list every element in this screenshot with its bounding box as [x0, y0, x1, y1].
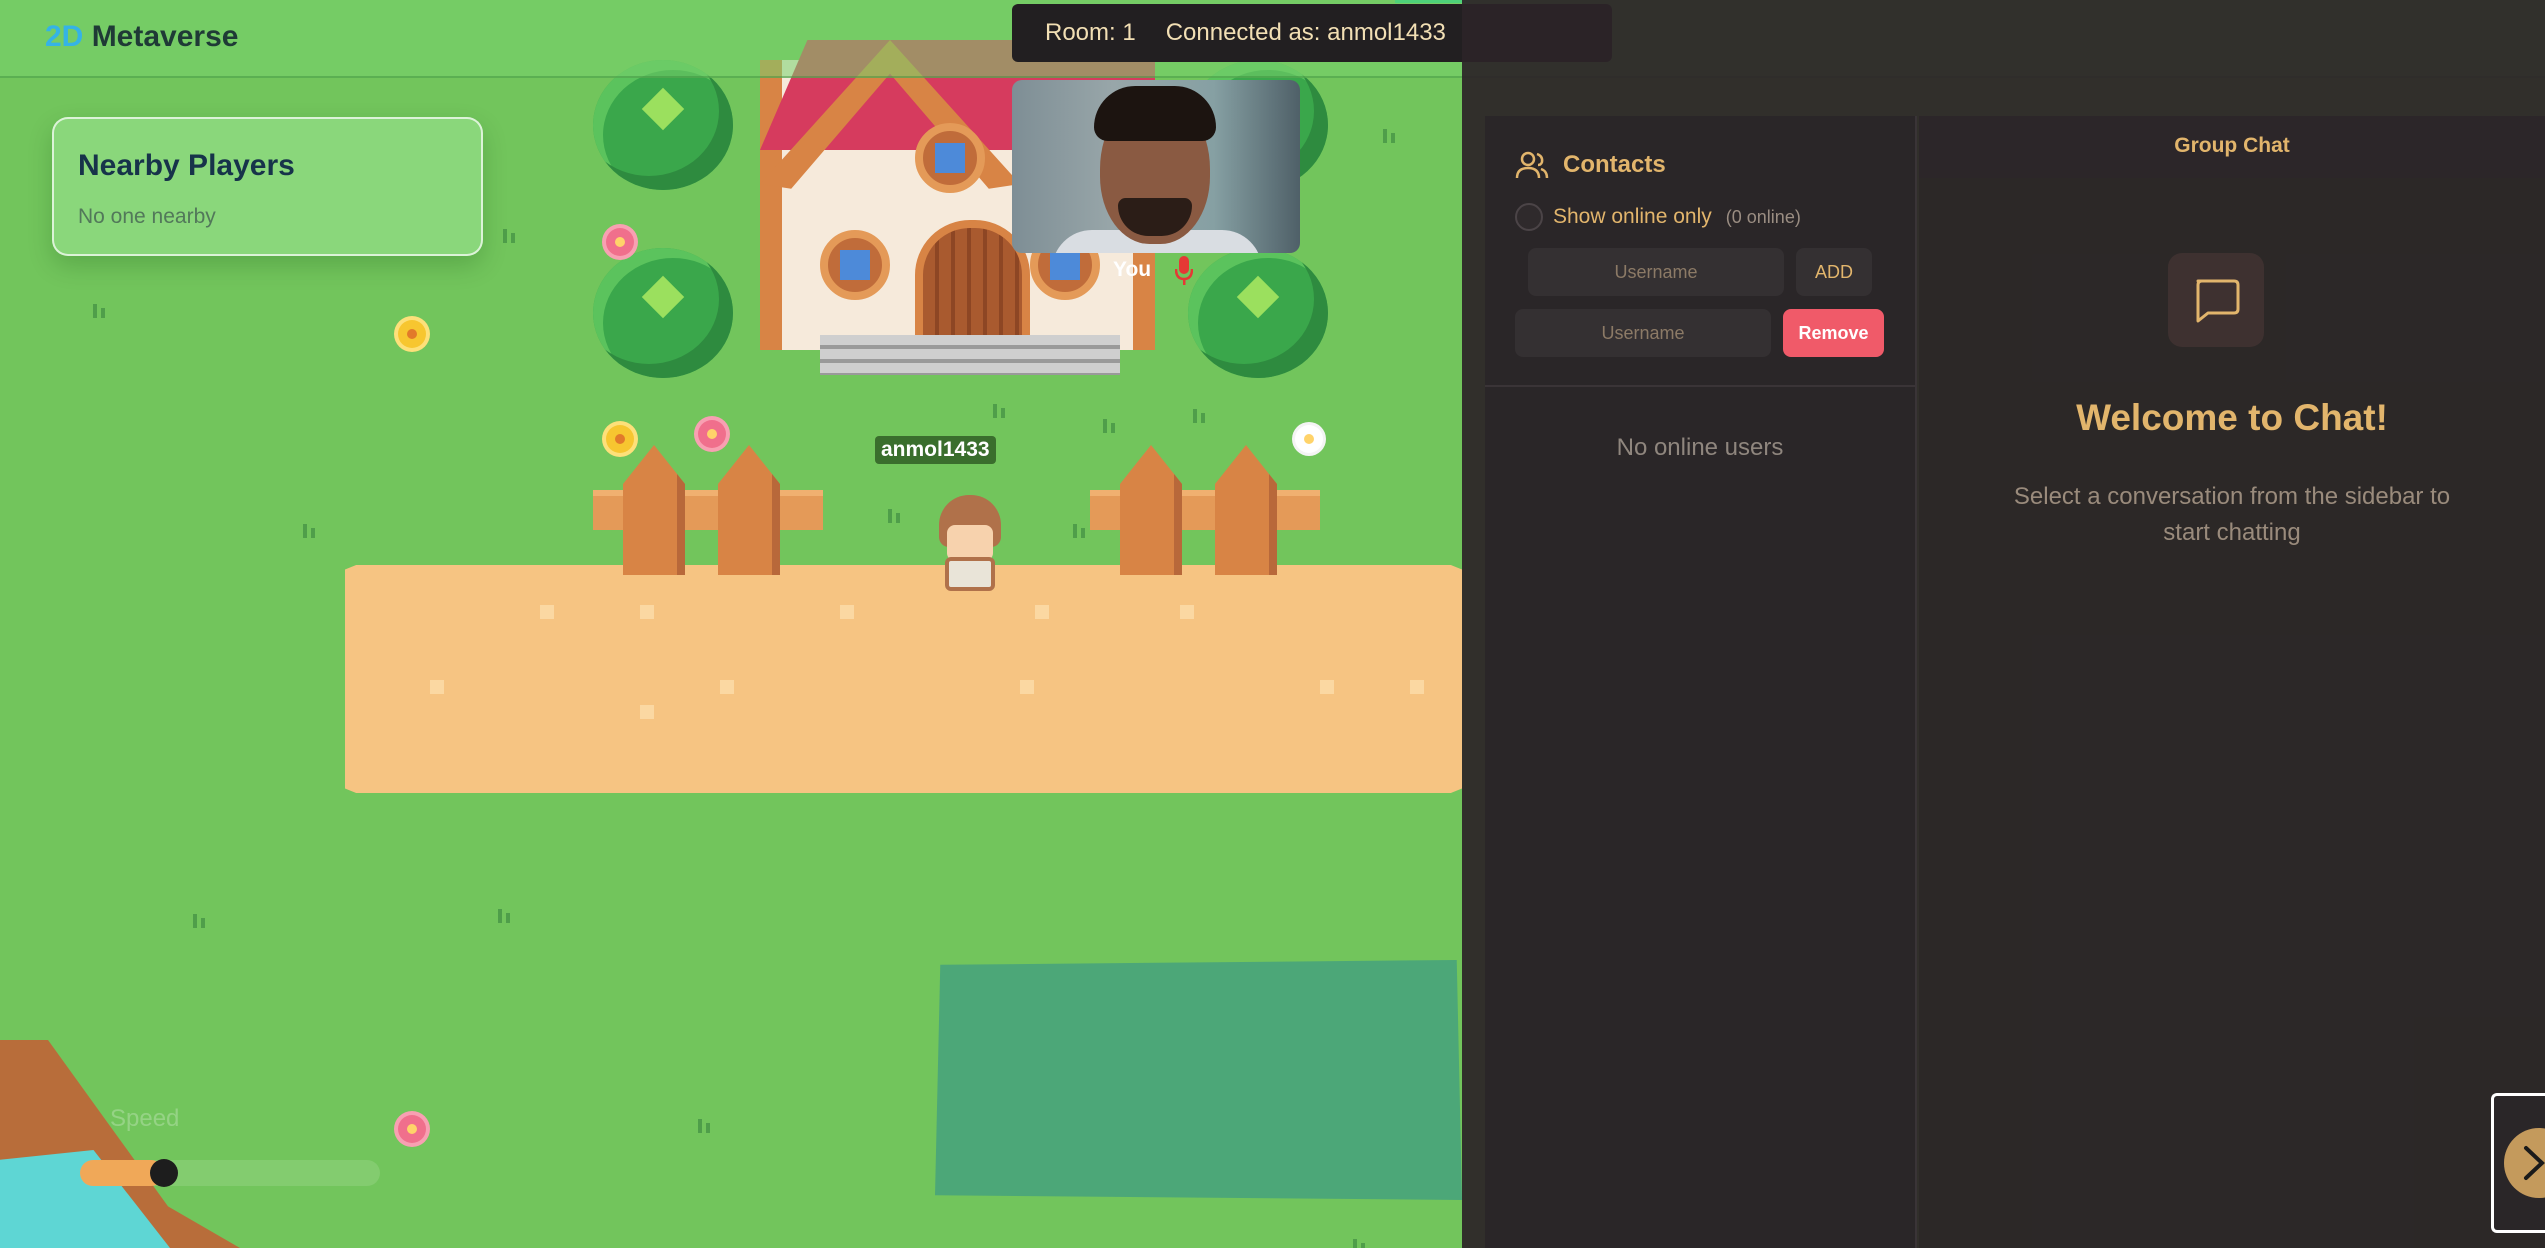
fence-post	[1120, 445, 1182, 575]
chevron-right-icon	[2504, 1128, 2545, 1198]
contacts-header: Contacts	[1515, 150, 1666, 180]
tree	[1188, 248, 1328, 378]
path-pebble	[430, 680, 444, 694]
chat-panel: Welcome to Chat! Select a conversation f…	[1919, 116, 2545, 1248]
show-online-label: Show online only	[1553, 205, 1712, 228]
brand-logo[interactable]: 2D Metaverse	[45, 20, 238, 54]
video-label: You	[1113, 258, 1152, 281]
path-pebble	[840, 605, 854, 619]
self-video-tile[interactable]	[1012, 80, 1300, 253]
grass-tuft	[1380, 125, 1400, 143]
show-online-toggle[interactable]: Show online only (0 online)	[1515, 203, 1801, 231]
message-square-icon	[2196, 279, 2240, 323]
tree	[593, 248, 733, 378]
video-person-face	[1094, 86, 1216, 244]
house-window	[915, 123, 985, 193]
speed-slider[interactable]	[80, 1159, 380, 1187]
tree	[593, 60, 733, 190]
chat-header: Group Chat	[1919, 116, 2545, 178]
online-count: (0 online)	[1725, 206, 1801, 227]
flower	[606, 228, 634, 256]
fence-right	[1090, 445, 1320, 575]
fence-post	[718, 445, 780, 575]
welcome-title: Welcome to Chat!	[2076, 397, 2388, 438]
grass-tuft	[190, 910, 210, 928]
path-pebble	[1020, 680, 1034, 694]
house-window	[820, 230, 890, 300]
grass-tuft	[990, 400, 1010, 418]
welcome-subtitle: Select a conversation from the sidebar t…	[2013, 483, 2451, 546]
pond	[935, 960, 1462, 1200]
fence-post	[623, 445, 685, 575]
add-username-input[interactable]	[1528, 248, 1784, 296]
player-face	[947, 525, 993, 561]
grass-tuft	[1070, 520, 1090, 538]
speed-label: Speed	[110, 1105, 180, 1132]
path-pebble	[1410, 680, 1424, 694]
microphone-icon[interactable]	[1175, 256, 1193, 286]
grass-tuft	[1350, 1235, 1370, 1248]
flower	[606, 425, 634, 453]
grass-tuft	[695, 1115, 715, 1133]
player-avatar	[935, 495, 1005, 595]
grass-tuft	[885, 505, 905, 523]
flower	[698, 420, 726, 448]
nearby-players-title: Nearby Players	[78, 149, 295, 182]
path-pebble	[540, 605, 554, 619]
chat-title: Group Chat	[2174, 134, 2290, 157]
grass-tuft	[1100, 415, 1120, 433]
grass-tuft	[500, 225, 520, 243]
contacts-title: Contacts	[1563, 151, 1666, 178]
nearby-players-empty: No one nearby	[78, 205, 216, 228]
grass-tuft	[495, 905, 515, 923]
flower	[398, 1115, 426, 1143]
flower	[398, 320, 426, 348]
chevron-right-glyph	[2524, 1146, 2545, 1180]
speed-slider-thumb[interactable]	[150, 1159, 178, 1187]
dirt-path	[345, 565, 1462, 793]
house-steps	[820, 335, 1120, 375]
connected-user: Connected as: anmol1433	[1165, 19, 1446, 46]
grass-tuft	[1190, 405, 1210, 423]
collapse-panel-button[interactable]	[2491, 1093, 2545, 1233]
path-pebble	[1180, 605, 1194, 619]
show-online-radio[interactable]	[1515, 203, 1543, 231]
chat-icon-container	[2168, 253, 2264, 347]
path-pebble	[1320, 680, 1334, 694]
brand-prefix: 2D	[45, 20, 84, 53]
brand-name: Metaverse	[83, 20, 239, 53]
connection-indicator	[1395, 0, 1470, 3]
path-pebble	[640, 705, 654, 719]
add-contact-button[interactable]: ADD	[1796, 248, 1872, 296]
remove-username-input[interactable]	[1515, 309, 1771, 357]
contacts-divider	[1485, 385, 1915, 387]
fence-post	[1215, 445, 1277, 575]
grass-tuft	[90, 300, 110, 318]
users-icon	[1515, 151, 1549, 179]
grass-tuft	[300, 520, 320, 538]
remove-contact-button[interactable]: Remove	[1783, 309, 1884, 357]
path-pebble	[720, 680, 734, 694]
no-online-users: No online users	[1616, 434, 1784, 461]
player-body	[945, 557, 995, 591]
contacts-panel: Contacts Show online only (0 online) ADD…	[1485, 116, 1917, 1248]
room-number: Room: 1	[1045, 19, 1136, 46]
flower	[1295, 425, 1323, 453]
fence-left	[593, 445, 823, 575]
path-pebble	[640, 605, 654, 619]
player-name-tag: anmol1433	[875, 436, 996, 464]
nearby-players-panel: Nearby Players No one nearby	[52, 117, 483, 256]
path-pebble	[1035, 605, 1049, 619]
